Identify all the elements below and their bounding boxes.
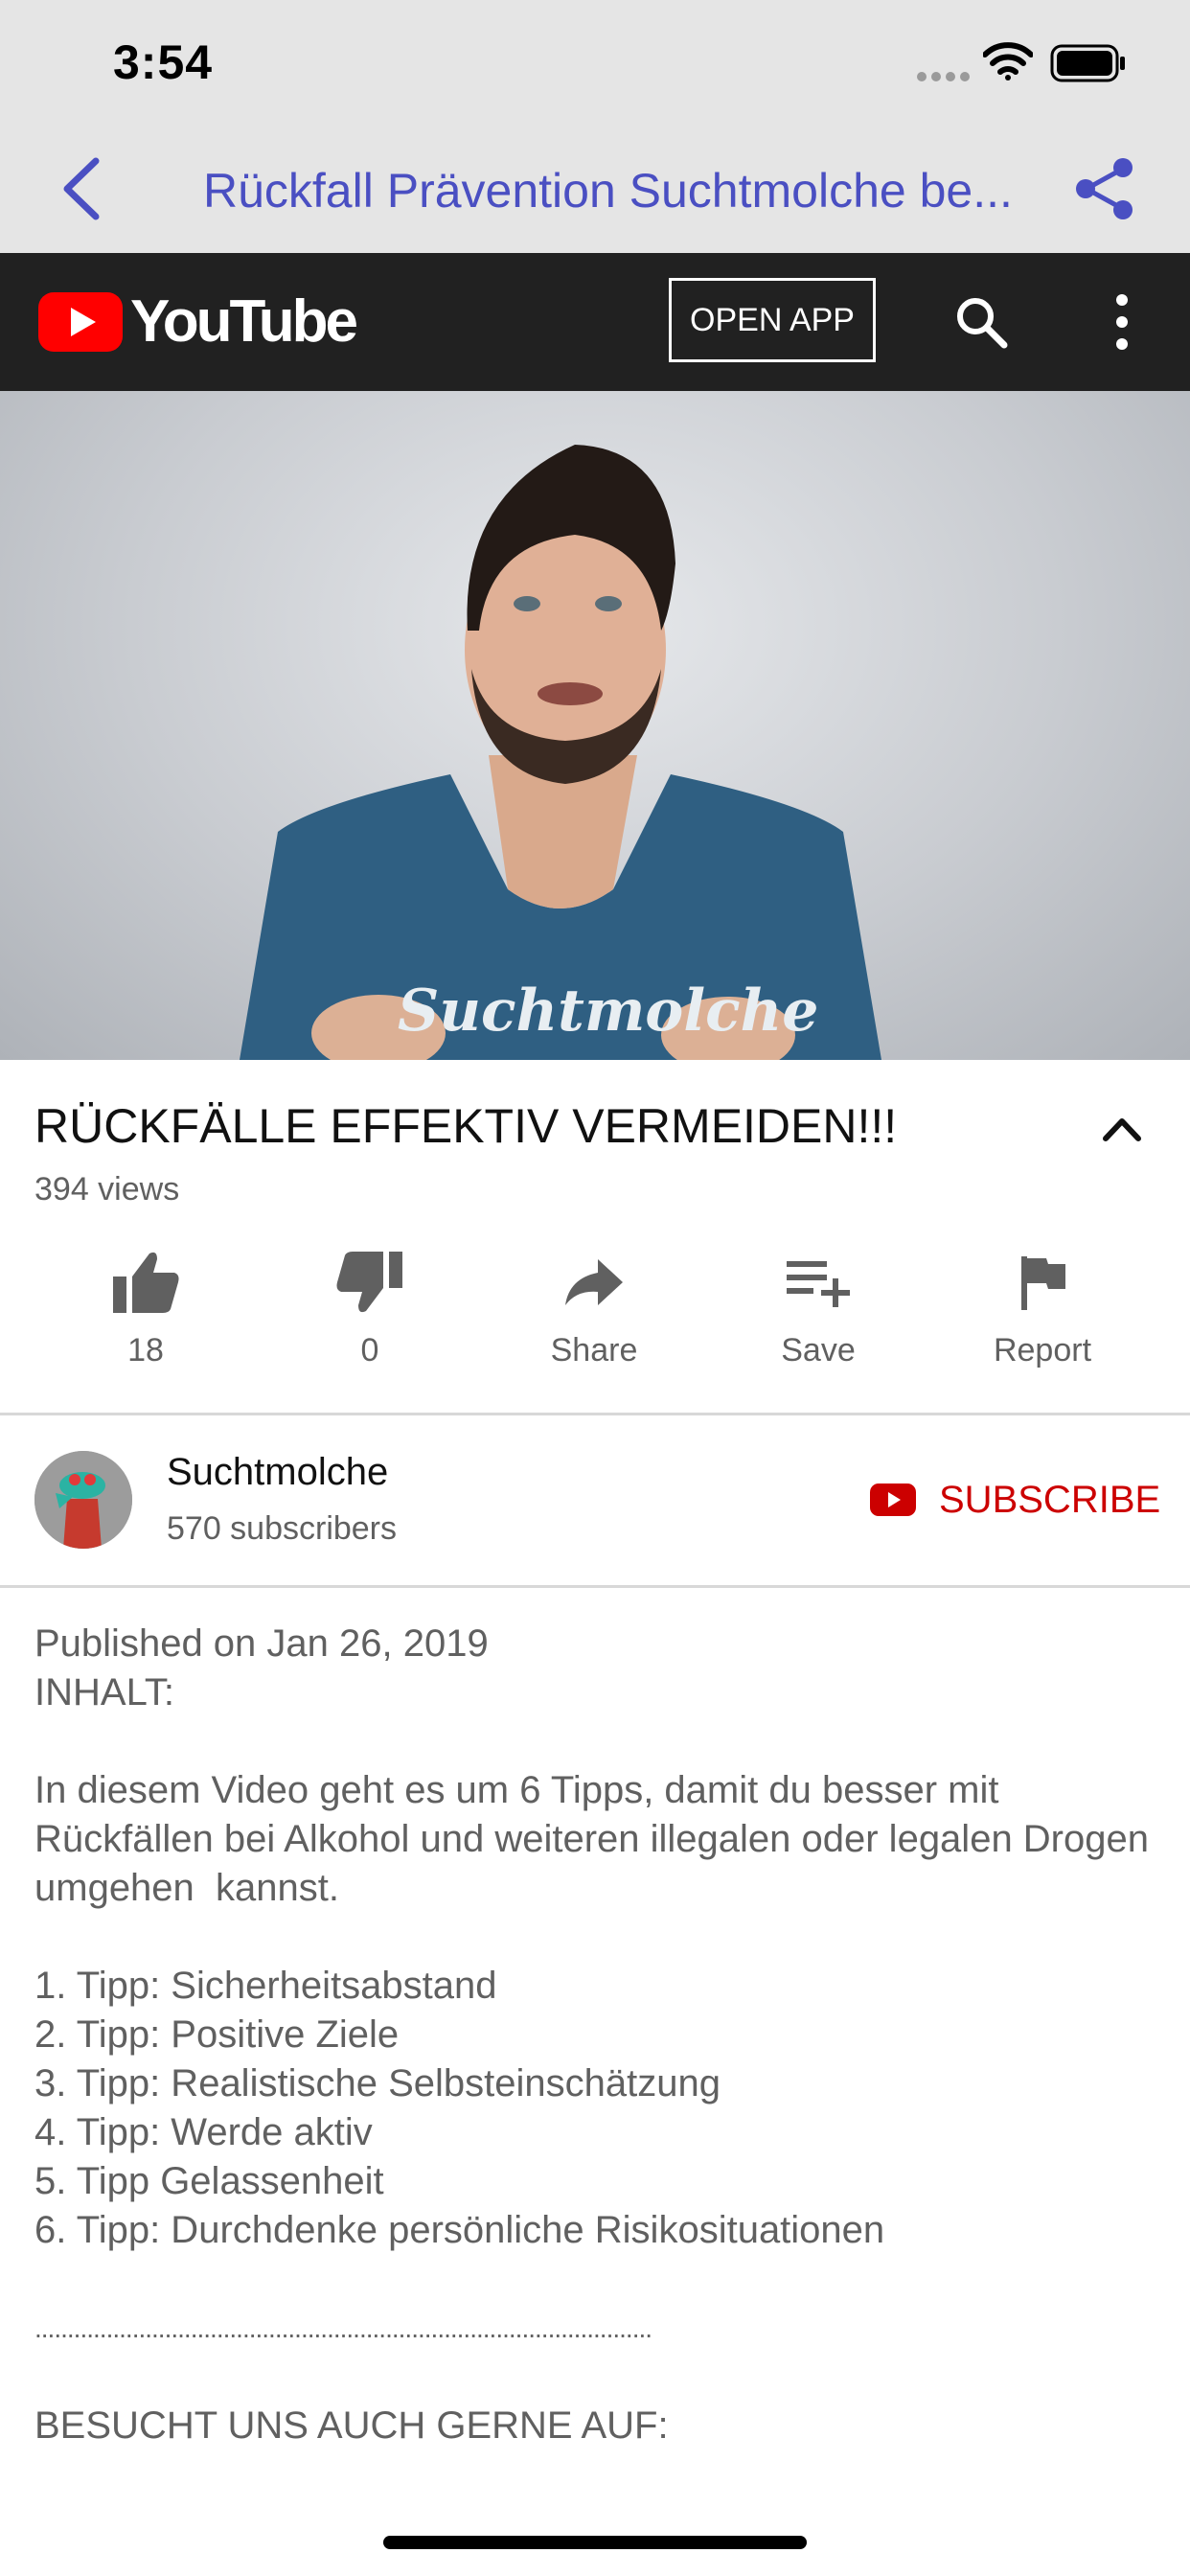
status-time: 3:54 (113, 35, 214, 89)
video-description: Published on Jan 26, 2019 INHALT: In die… (34, 1620, 1156, 2450)
youtube-header: YouTube OPEN APP (0, 253, 1190, 391)
tip-item: 1. Tipp: Sicherheitsabstand (34, 1965, 497, 2007)
share-icon (1076, 158, 1133, 219)
newt-mascot-icon (34, 1451, 132, 1549)
subscribe-button[interactable]: SUBSCRIBE (870, 1476, 1160, 1524)
report-button[interactable]: Report (956, 1246, 1129, 1369)
divider (0, 1413, 1190, 1415)
subscriber-count: 570 subscribers (167, 1510, 398, 1547)
youtube-wordmark: YouTube (130, 288, 358, 355)
share-label: Share (550, 1332, 638, 1368)
view-count: 394 views (34, 1171, 180, 1208)
wifi-icon (983, 42, 1033, 80)
description-intro: In diesem Video geht es um 6 Tipps, dami… (34, 1769, 1160, 1909)
tip-item: 3. Tipp: Realistische Selbsteinschätzung (34, 2062, 721, 2104)
more-button[interactable] (1106, 291, 1138, 353)
thumbs-up-icon (113, 1252, 179, 1313)
tip-item: 6. Tipp: Durchdenke persönliche Risikosi… (34, 2209, 885, 2251)
chevron-up-icon (1103, 1118, 1141, 1141)
video-title: RÜCKFÄLLE EFFEKTIV VERMEIDEN!!! (34, 1099, 898, 1153)
description-footer: BESUCHT UNS AUCH GERNE AUF: (34, 2404, 669, 2447)
flag-icon (1021, 1256, 1065, 1310)
save-button[interactable]: Save (732, 1246, 904, 1369)
playlist-add-icon (787, 1261, 850, 1307)
home-indicator[interactable] (383, 2536, 807, 2549)
publish-date: Published on Jan 26, 2019 (34, 1622, 489, 1665)
nav-title: Rückfall Prävention Suchtmolche be... (203, 164, 1013, 218)
youtube-play-icon (870, 1484, 916, 1516)
battery-icon (1050, 44, 1125, 82)
description-heading: INHALT: (34, 1671, 174, 1714)
signal-icon (917, 72, 970, 81)
search-button[interactable] (952, 293, 1010, 351)
navigation-bar: Rückfall Prävention Suchtmolche be... (0, 126, 1190, 253)
channel-name[interactable]: Suchtmolche (167, 1451, 388, 1494)
share-button[interactable] (1071, 155, 1138, 222)
share-arrow-icon (565, 1259, 623, 1305)
dislike-count: 0 (360, 1332, 379, 1368)
back-button[interactable] (54, 155, 111, 222)
shirt-print-text: Suchtmolche (398, 978, 819, 1045)
report-label: Report (993, 1332, 1092, 1368)
video-frame (240, 445, 881, 1060)
search-icon (957, 298, 1008, 349)
status-bar: 3:54 (0, 0, 1190, 126)
tip-item: 2. Tipp: Positive Ziele (34, 2013, 400, 2056)
tip-item: 5. Tipp Gelassenheit (34, 2160, 384, 2202)
youtube-play-icon (38, 292, 123, 352)
youtube-logo[interactable]: YouTube (38, 291, 358, 353)
share-action-button[interactable]: Share (508, 1246, 680, 1369)
back-chevron-icon (63, 157, 100, 220)
tip-item: 4. Tipp: Werde aktiv (34, 2111, 373, 2153)
save-label: Save (781, 1332, 856, 1368)
channel-avatar[interactable] (34, 1451, 132, 1549)
collapse-description-button[interactable] (1098, 1110, 1146, 1148)
video-player[interactable]: Suchtmolche (0, 391, 1190, 1060)
more-vertical-icon (1116, 294, 1128, 350)
like-button[interactable]: 18 (59, 1246, 232, 1369)
dislike-button[interactable]: 0 (284, 1246, 456, 1369)
open-app-button[interactable]: OPEN APP (669, 278, 876, 362)
subscribe-label: SUBSCRIBE (939, 1478, 1161, 1521)
thumbs-down-icon (336, 1252, 402, 1313)
like-count: 18 (127, 1332, 164, 1368)
divider (0, 1585, 1190, 1588)
description-separator: ........................................… (34, 2313, 652, 2343)
